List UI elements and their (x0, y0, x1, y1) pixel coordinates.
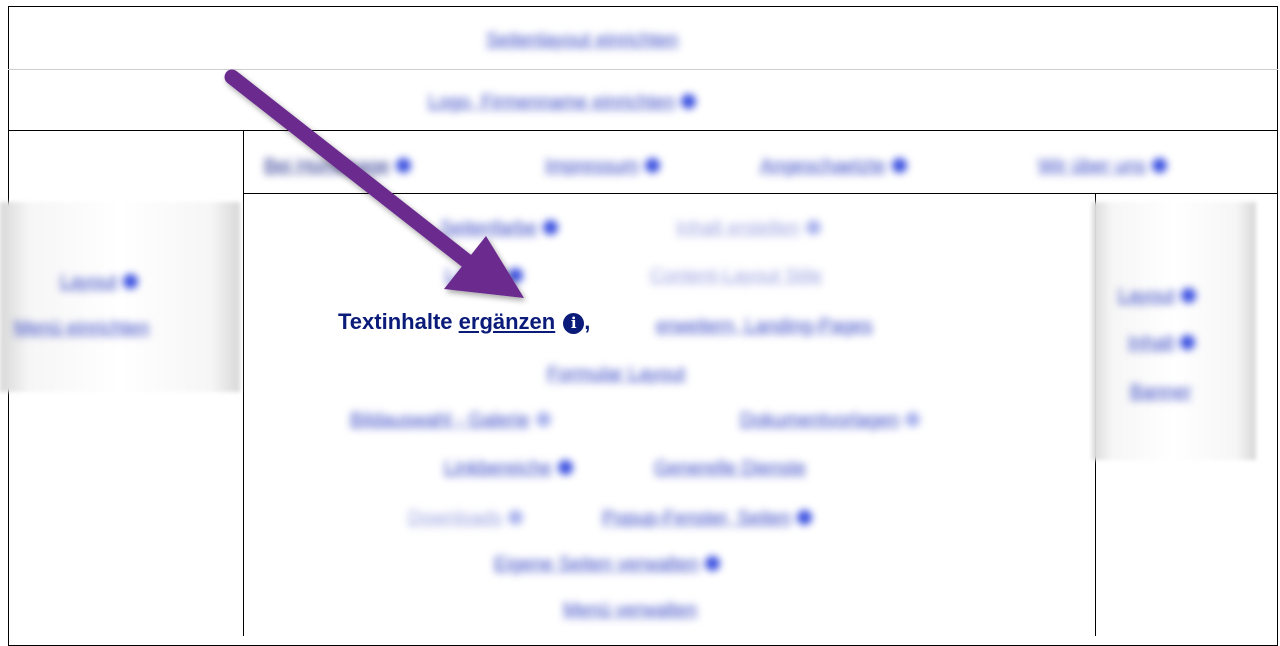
pointer-arrow-icon (224, 69, 524, 298)
